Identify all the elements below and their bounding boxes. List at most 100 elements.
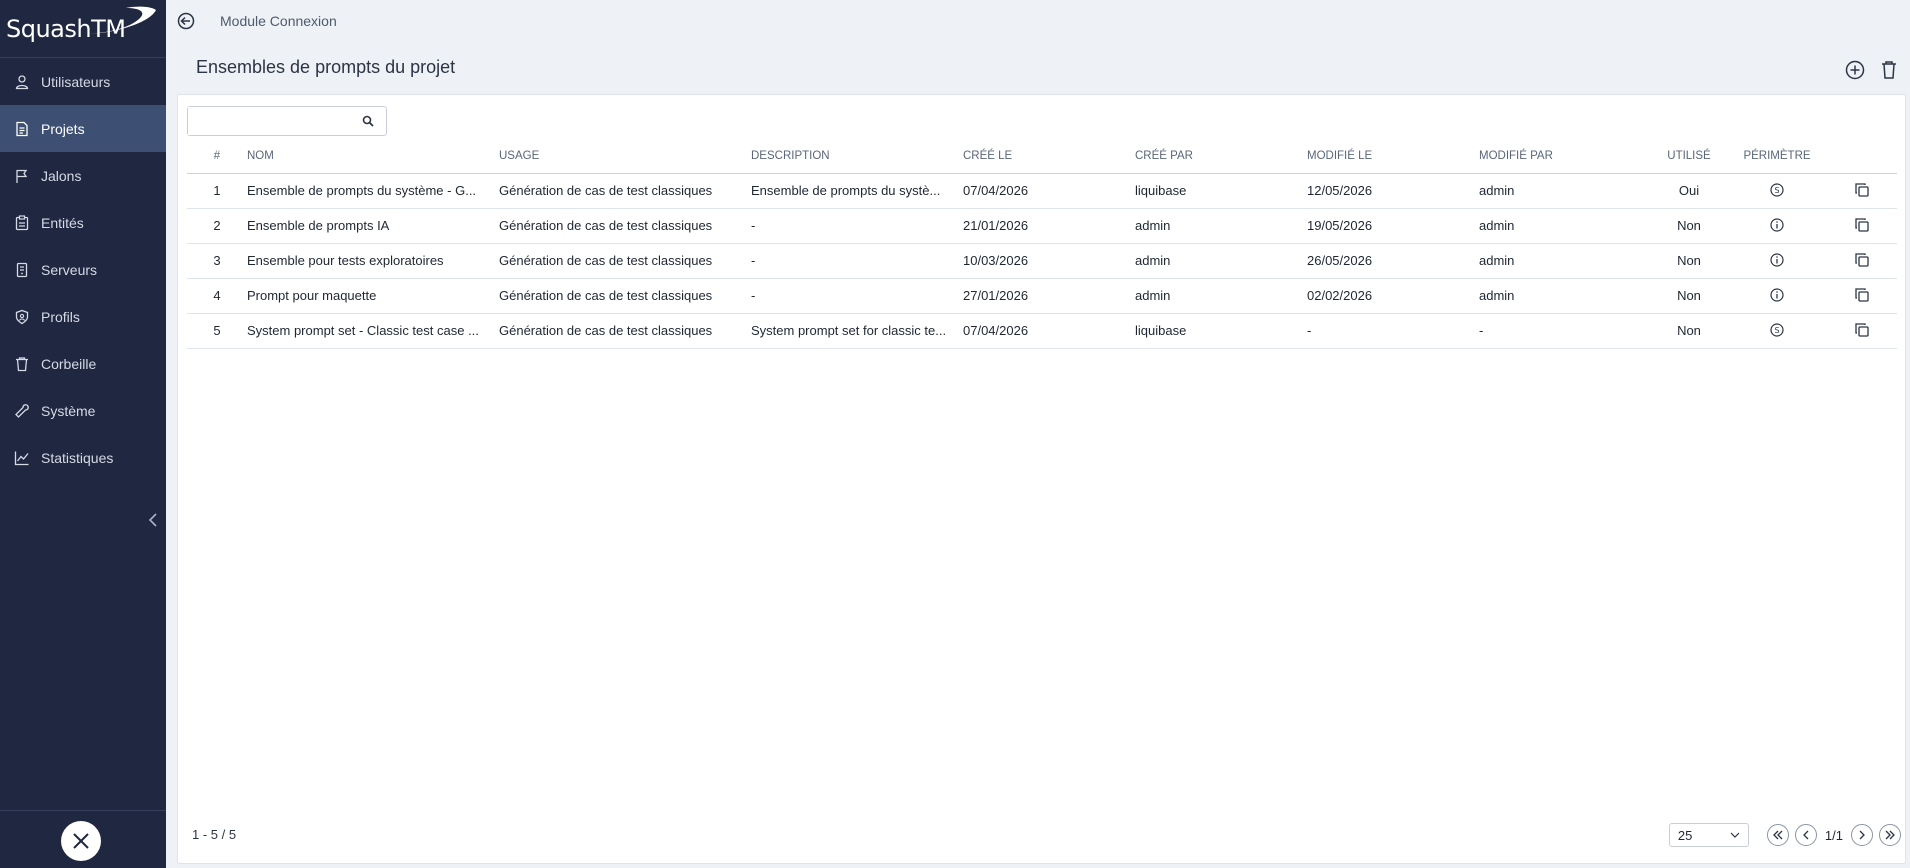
- sidebar-item-projets[interactable]: Projets: [0, 105, 166, 152]
- column-header-index[interactable]: #: [187, 139, 247, 174]
- add-circle-icon: [1845, 60, 1865, 80]
- row-perimetre: [1727, 208, 1827, 244]
- sidebar-item-statistiques[interactable]: Statistiques: [0, 434, 166, 481]
- row-nom[interactable]: Ensemble de prompts du système - G...: [247, 173, 499, 209]
- row-modifie-le: 12/05/2026: [1307, 173, 1479, 209]
- row-index: 1: [187, 173, 247, 209]
- row-modifie-par: admin: [1479, 243, 1651, 279]
- copy-icon[interactable]: [1853, 251, 1871, 269]
- sidebar: SquashTM Utilisateurs Projets Jalons Entité…: [0, 0, 166, 868]
- collapse-sidebar-icon[interactable]: [146, 512, 160, 528]
- column-header-modifie-par[interactable]: MODIFIÉ PAR: [1479, 139, 1651, 174]
- row-index: 3: [187, 243, 247, 279]
- column-header-cree-par[interactable]: CRÉÉ PAR: [1135, 139, 1307, 174]
- table-body: 1 Ensemble de prompts du système - G... Gé…: [187, 173, 1897, 349]
- search-input[interactable]: [188, 107, 348, 135]
- info-icon[interactable]: [1768, 216, 1786, 234]
- row-index: 5: [187, 313, 247, 349]
- copy-icon[interactable]: [1853, 286, 1871, 304]
- sidebar-item-corbeille[interactable]: Corbeille: [0, 340, 166, 387]
- row-nom[interactable]: Ensemble pour tests exploratoires: [247, 243, 499, 279]
- row-cree-par: liquibase: [1135, 313, 1307, 349]
- row-cree-le: 27/01/2026: [963, 278, 1135, 314]
- prompt-sets-table: # NOM USAGE DESCRIPTION CRÉÉ LE CRÉÉ PAR…: [187, 139, 1897, 349]
- main-panel: # NOM USAGE DESCRIPTION CRÉÉ LE CRÉÉ PAR…: [177, 94, 1906, 864]
- row-description: -: [751, 208, 963, 244]
- column-header-usage[interactable]: USAGE: [499, 139, 751, 174]
- close-button[interactable]: [61, 821, 101, 861]
- previous-page-button[interactable]: [1794, 824, 1817, 846]
- copy-icon[interactable]: [1853, 181, 1871, 199]
- row-nom[interactable]: System prompt set - Classic test case ..…: [247, 313, 499, 349]
- copy-icon[interactable]: [1853, 216, 1871, 234]
- sidebar-item-profils[interactable]: Profils: [0, 293, 166, 340]
- row-actions: [1827, 313, 1897, 349]
- row-utilise: Non: [1651, 278, 1727, 314]
- clipboard-icon: [13, 214, 31, 232]
- row-modifie-le: 19/05/2026: [1307, 208, 1479, 244]
- row-nom[interactable]: Prompt pour maquette: [247, 278, 499, 314]
- row-index: 4: [187, 278, 247, 314]
- row-usage: Génération de cas de test classiques: [499, 173, 751, 209]
- add-button[interactable]: [1844, 59, 1866, 81]
- info-icon[interactable]: [1768, 286, 1786, 304]
- sidebar-item-label: Profils: [41, 308, 80, 325]
- sidebar-item-système[interactable]: Système: [0, 387, 166, 434]
- last-page-button[interactable]: [1879, 824, 1901, 846]
- row-actions: [1827, 278, 1897, 314]
- table-row[interactable]: 4 Prompt pour maquette Génération de cas d…: [187, 278, 1897, 314]
- sidebar-item-jalons[interactable]: Jalons: [0, 152, 166, 199]
- row-nom[interactable]: Ensemble de prompts IA: [247, 208, 499, 244]
- svg-text:S: S: [1774, 326, 1779, 335]
- table-header-row: # NOM USAGE DESCRIPTION CRÉÉ LE CRÉÉ PAR…: [187, 139, 1897, 174]
- row-usage: Génération de cas de test classiques: [499, 208, 751, 244]
- table-row[interactable]: 3 Ensemble pour tests exploratoires Généra…: [187, 243, 1897, 279]
- column-header-modifie-le[interactable]: MODIFIÉ LE: [1307, 139, 1479, 174]
- row-actions: [1827, 208, 1897, 244]
- sidebar-item-serveurs[interactable]: Serveurs: [0, 246, 166, 293]
- table-row[interactable]: 2 Ensemble de prompts IA Génération de cas…: [187, 208, 1897, 244]
- row-modifie-par: admin: [1479, 208, 1651, 244]
- module-title: Module Connexion: [220, 13, 337, 29]
- row-perimetre: S: [1727, 313, 1827, 349]
- row-description: Ensemble de prompts du systè...: [751, 173, 963, 209]
- row-cree-par: admin: [1135, 208, 1307, 244]
- search-icon[interactable]: [362, 115, 374, 127]
- user-icon: [13, 73, 31, 91]
- chevron-down-icon: [1730, 832, 1740, 838]
- document-icon: [13, 120, 31, 138]
- row-modifie-le: 26/05/2026: [1307, 243, 1479, 279]
- trash-icon: [13, 355, 31, 373]
- table-row[interactable]: 5 System prompt set - Classic test case .…: [187, 313, 1897, 349]
- column-header-cree-le[interactable]: CRÉÉ LE: [963, 139, 1135, 174]
- row-actions: [1827, 243, 1897, 279]
- system-scope-icon[interactable]: S: [1768, 321, 1786, 339]
- column-header-description[interactable]: DESCRIPTION: [751, 139, 963, 174]
- page-indicator: 1/1: [1824, 827, 1843, 843]
- back-button[interactable]: [176, 11, 196, 31]
- column-header-nom[interactable]: NOM: [247, 139, 499, 174]
- double-chevron-right-icon: [1885, 830, 1895, 840]
- delete-button[interactable]: [1878, 59, 1900, 81]
- row-cree-le: 07/04/2026: [963, 173, 1135, 209]
- first-page-button[interactable]: [1766, 824, 1789, 846]
- row-modifie-par: admin: [1479, 173, 1651, 209]
- system-scope-icon[interactable]: S: [1768, 181, 1786, 199]
- column-header-perimetre[interactable]: PÉRIMÈTRE: [1727, 139, 1827, 174]
- next-page-button[interactable]: [1851, 824, 1873, 846]
- app-logo[interactable]: SquashTM: [0, 0, 166, 58]
- sidebar-item-utilisateurs[interactable]: Utilisateurs: [0, 58, 166, 105]
- info-icon[interactable]: [1768, 251, 1786, 269]
- table-row[interactable]: 1 Ensemble de prompts du système - G... Gé…: [187, 173, 1897, 209]
- row-cree-le: 10/03/2026: [963, 243, 1135, 279]
- sidebar-item-label: Serveurs: [41, 261, 98, 278]
- row-perimetre: S: [1727, 173, 1827, 209]
- copy-icon[interactable]: [1853, 321, 1871, 339]
- column-header-utilise[interactable]: UTILISÉ: [1651, 139, 1727, 174]
- svg-text:S: S: [1774, 186, 1779, 195]
- sidebar-item-entités[interactable]: Entités: [0, 199, 166, 246]
- row-utilise: Non: [1651, 208, 1727, 244]
- page-size-select[interactable]: 25: [1668, 823, 1749, 847]
- wrench-icon: [13, 402, 31, 420]
- row-usage: Génération de cas de test classiques: [499, 243, 751, 279]
